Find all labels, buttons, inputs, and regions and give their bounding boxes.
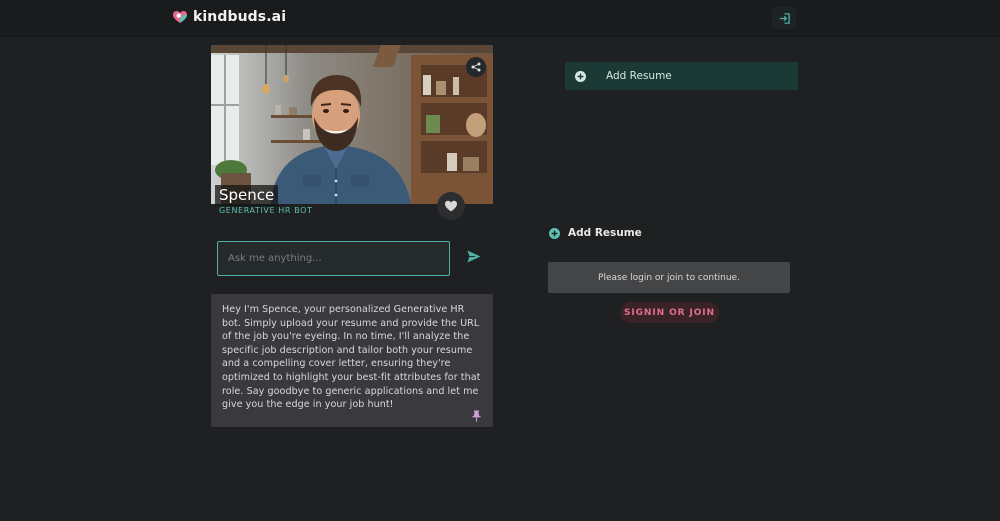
bot-name: Spence: [215, 185, 279, 206]
send-icon: [467, 250, 481, 262]
add-resume-panel-label: Add Resume: [606, 70, 672, 82]
brand-name: kindbuds.ai: [193, 9, 287, 25]
bot-portrait: [211, 45, 493, 204]
plus-circle-icon: [549, 227, 560, 239]
brand[interactable]: kindbuds.ai: [172, 9, 286, 25]
top-bar: kindbuds.ai: [0, 0, 1000, 37]
heart-logo-icon: [172, 9, 188, 25]
plus-circle-icon: [575, 70, 586, 82]
ask-input[interactable]: [217, 241, 450, 276]
bot-role: GENERATIVE HR BOT: [219, 206, 313, 215]
heart-icon: [445, 200, 457, 212]
share-icon: [471, 62, 481, 72]
intro-card: Hey I'm Spence, your personalized Genera…: [211, 294, 493, 427]
share-button[interactable]: [466, 57, 486, 77]
login-button[interactable]: [772, 7, 796, 29]
favorite-button[interactable]: [437, 192, 465, 220]
intro-text: Hey I'm Spence, your personalized Genera…: [222, 304, 481, 411]
send-button[interactable]: [465, 248, 483, 264]
add-resume-button[interactable]: Add Resume: [549, 227, 642, 239]
pin-icon[interactable]: [472, 410, 481, 422]
login-icon: [779, 12, 790, 24]
login-notice: Please login or join to continue.: [548, 262, 790, 293]
add-resume-label: Add Resume: [568, 227, 642, 239]
signin-or-join-button[interactable]: SIGNIN OR JOIN: [620, 302, 719, 323]
add-resume-panel-button[interactable]: Add Resume: [565, 62, 798, 90]
